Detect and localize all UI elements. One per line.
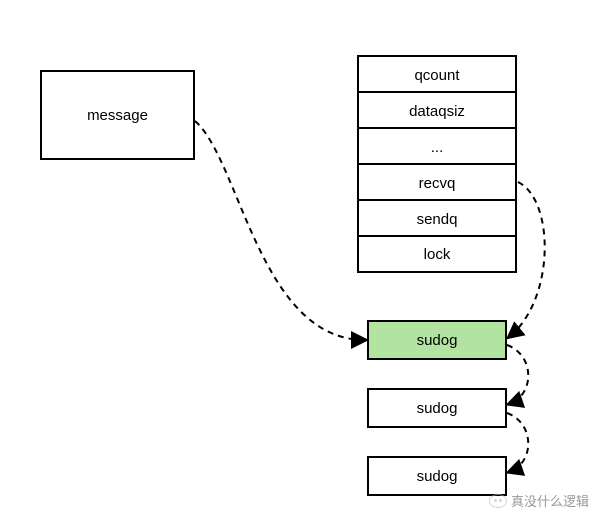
struct-field-qcount: qcount bbox=[357, 55, 517, 93]
struct-field-ellipsis: ... bbox=[357, 127, 517, 165]
struct-field-label: qcount bbox=[414, 67, 459, 84]
wechat-icon bbox=[489, 494, 507, 508]
watermark-text: 真没什么逻辑 bbox=[511, 491, 589, 510]
sudog-label: sudog bbox=[417, 332, 458, 349]
struct-field-lock: lock bbox=[357, 235, 517, 273]
struct-field-dataqsiz: dataqsiz bbox=[357, 91, 517, 129]
watermark: 真没什么逻辑 bbox=[489, 491, 589, 510]
sudog-label: sudog bbox=[417, 400, 458, 417]
message-box: message bbox=[40, 70, 195, 160]
sudog-box-1: sudog bbox=[367, 388, 507, 428]
struct-field-recvq: recvq bbox=[357, 163, 517, 201]
message-label: message bbox=[87, 107, 148, 124]
arrow-sudog1-to-sudog2 bbox=[507, 413, 528, 472]
struct-field-label: dataqsiz bbox=[409, 103, 465, 120]
sudog-label: sudog bbox=[417, 468, 458, 485]
struct-field-label: ... bbox=[431, 139, 444, 156]
sudog-box-2: sudog bbox=[367, 456, 507, 496]
struct-field-sendq: sendq bbox=[357, 199, 517, 237]
struct-field-label: recvq bbox=[419, 175, 456, 192]
arrow-sudog0-to-sudog1 bbox=[507, 345, 528, 404]
sudog-box-0: sudog bbox=[367, 320, 507, 360]
struct-field-label: sendq bbox=[417, 211, 458, 228]
arrow-message-to-sudog bbox=[195, 121, 365, 340]
struct-field-label: lock bbox=[424, 246, 451, 263]
